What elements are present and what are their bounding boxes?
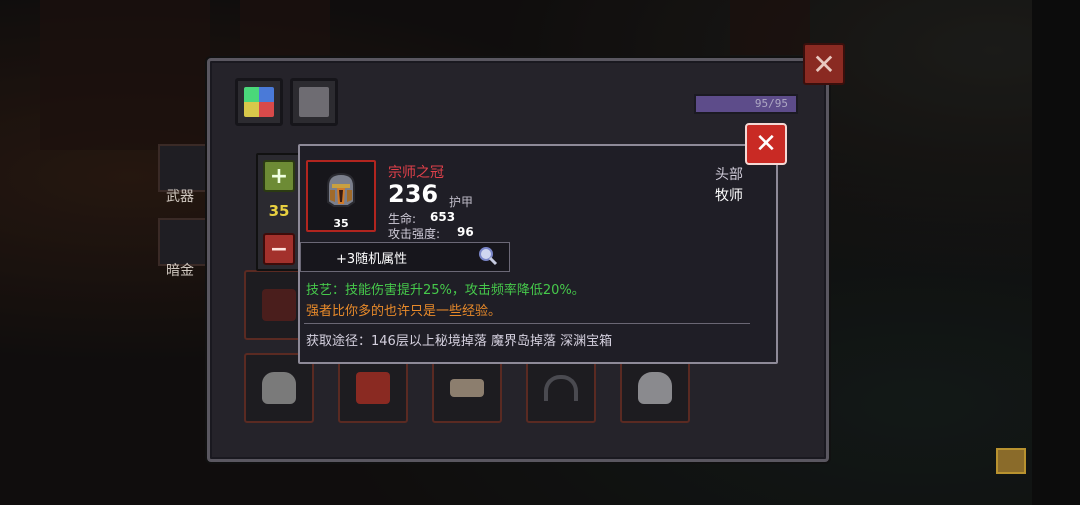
red-mask-icon bbox=[356, 372, 390, 404]
color-grid-tab[interactable] bbox=[235, 78, 283, 126]
close-icon: ✕ bbox=[755, 129, 777, 159]
skull-helmet-tab[interactable] bbox=[290, 78, 338, 126]
skull-helmet-icon bbox=[638, 372, 672, 404]
close-icon: ✕ bbox=[812, 47, 836, 81]
panel-close-button[interactable]: ✕ bbox=[803, 43, 845, 85]
minus-icon: − bbox=[269, 236, 289, 262]
skull-helmet-icon bbox=[299, 87, 329, 117]
acquisition-source: 获取途径：146层以上秘境掉落 魔界岛掉落 深渊宝箱 bbox=[306, 334, 613, 349]
headphones-icon bbox=[544, 375, 578, 401]
stat-value: 96 bbox=[457, 225, 474, 239]
screen-edge bbox=[1032, 0, 1080, 505]
armor-label: 护甲 bbox=[449, 195, 474, 209]
magnifier-icon[interactable] bbox=[478, 246, 498, 266]
skill-description: 技艺：技能伤害提升25%，攻击频率降低20%。 bbox=[306, 283, 585, 298]
color-grid-icon bbox=[244, 87, 274, 117]
weapon-tab[interactable] bbox=[158, 144, 214, 192]
class-name: 牧师 bbox=[715, 188, 743, 204]
skull-icon bbox=[262, 372, 296, 404]
item-icon-frame: 35 bbox=[306, 160, 376, 232]
flavor-text: 强者比你多的也许只是一些经验。 bbox=[306, 304, 502, 319]
demon-mask-icon bbox=[262, 289, 296, 321]
armor-value: 236 bbox=[388, 180, 439, 208]
gold-tab-label: 暗金 bbox=[166, 263, 194, 279]
stat-value: 653 bbox=[430, 210, 456, 224]
crown-icon[interactable] bbox=[996, 448, 1026, 474]
experience-bar: 95/95 bbox=[694, 94, 798, 114]
helmet-icon bbox=[327, 172, 355, 207]
slot-type: 头部 bbox=[715, 167, 743, 183]
divider bbox=[304, 323, 750, 324]
weapon-tab-label: 武器 bbox=[166, 189, 194, 205]
quantity-value: 35 bbox=[268, 202, 290, 220]
increase-button[interactable]: + bbox=[263, 160, 295, 192]
item-name: 宗师之冠 bbox=[388, 165, 444, 181]
quantity-stepper: + 35 − bbox=[256, 153, 302, 271]
plus-icon: + bbox=[269, 163, 289, 189]
stat-name: 攻击强度: bbox=[388, 227, 441, 241]
experience-text: 95/95 bbox=[754, 97, 788, 110]
gold-tab[interactable] bbox=[158, 218, 214, 266]
tooltip-close-button[interactable]: ✕ bbox=[745, 123, 787, 165]
item-level: 35 bbox=[333, 217, 349, 230]
decrease-button[interactable]: − bbox=[263, 233, 295, 265]
bone-boot-icon bbox=[450, 379, 484, 397]
random-attribute-label: +3随机属性 bbox=[336, 252, 408, 267]
